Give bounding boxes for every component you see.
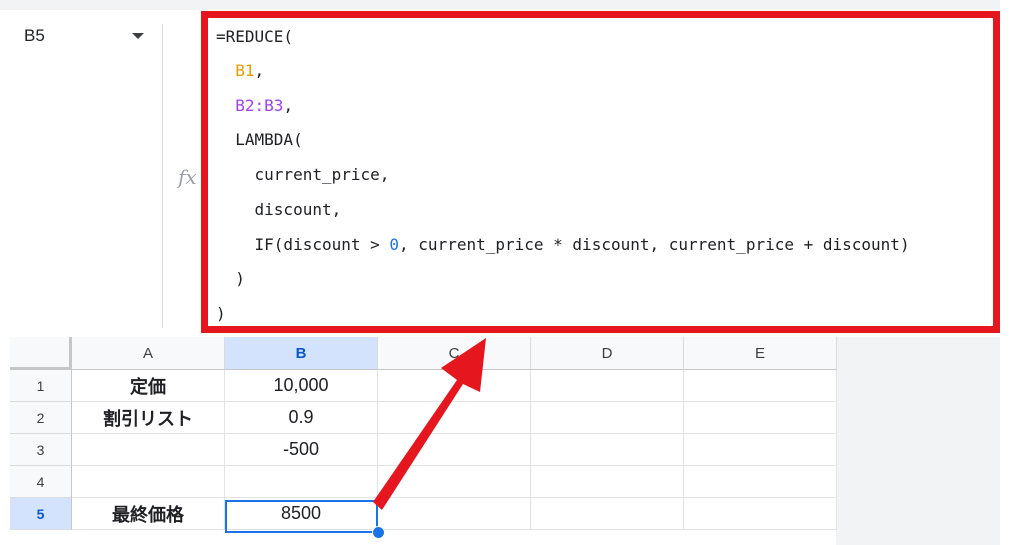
formula-line[interactable]: current_price,	[216, 165, 390, 184]
cell-d2[interactable]	[531, 402, 684, 434]
formula-line[interactable]: )	[216, 304, 226, 323]
formula-token	[216, 61, 235, 80]
name-box[interactable]: B5	[24, 24, 152, 48]
formula-token: =REDUCE(	[216, 27, 294, 46]
formula-token: current_price,	[216, 165, 390, 184]
cell-b2[interactable]: 0.9	[225, 402, 378, 434]
row-header-4[interactable]: 4	[10, 466, 72, 498]
cell-e3[interactable]	[684, 434, 837, 466]
row-header-5[interactable]: 5	[10, 498, 72, 530]
grid-empty-area	[836, 337, 1000, 545]
toolbar-edge	[0, 0, 1000, 10]
cell-e4[interactable]	[684, 466, 837, 498]
formula-line[interactable]: )	[216, 269, 245, 288]
cell-b1[interactable]: 10,000	[225, 370, 378, 402]
select-all-corner[interactable]	[10, 337, 72, 370]
formula-line[interactable]: =REDUCE(	[216, 27, 293, 46]
formula-token: B2:B3	[235, 96, 284, 115]
formula-token: B1	[235, 61, 255, 80]
formula-token	[216, 96, 235, 115]
formula-token: ,	[254, 61, 265, 80]
column-header-b[interactable]: B	[225, 337, 378, 370]
cell-e2[interactable]	[684, 402, 837, 434]
cell-d4[interactable]	[531, 466, 684, 498]
spreadsheet-grid: A B C D E 1 定価 10,000 2 割引リスト 0.9 3 -500 4 5 最終価格 8500	[10, 337, 837, 545]
column-header-e[interactable]: E	[684, 337, 837, 370]
formula-line[interactable]: IF(discount > 0, current_price * discoun…	[216, 235, 910, 254]
formula-bar-divider	[162, 24, 163, 328]
formula-token: )	[216, 269, 245, 288]
cell-e1[interactable]	[684, 370, 837, 402]
formula-line[interactable]: discount,	[216, 200, 342, 219]
row-header-1[interactable]: 1	[10, 370, 72, 402]
cell-a5[interactable]: 最終価格	[72, 498, 225, 530]
row-header-2[interactable]: 2	[10, 402, 72, 434]
cell-c3[interactable]	[378, 434, 531, 466]
formula-line[interactable]: B1,	[216, 61, 264, 80]
column-header-d[interactable]: D	[531, 337, 684, 370]
formula-token: , current_price * discount, current_pric…	[399, 235, 910, 254]
column-header-c[interactable]: C	[378, 337, 531, 370]
name-box-value[interactable]: B5	[24, 26, 45, 46]
cell-d1[interactable]	[531, 370, 684, 402]
formula-line[interactable]: B2:B3,	[216, 96, 293, 115]
cell-c4[interactable]	[378, 466, 531, 498]
cell-a4[interactable]	[72, 466, 225, 498]
row-header-3[interactable]: 3	[10, 434, 72, 466]
cell-d5[interactable]	[531, 498, 684, 530]
formula-token: ,	[283, 96, 294, 115]
cell-d3[interactable]	[531, 434, 684, 466]
cell-c2[interactable]	[378, 402, 531, 434]
cell-c1[interactable]	[378, 370, 531, 402]
formula-token: )	[216, 304, 226, 323]
formula-token: discount,	[216, 200, 342, 219]
formula-token: LAMBDA(	[216, 130, 303, 149]
formula-token: 0	[389, 235, 400, 254]
cell-b5[interactable]: 8500	[225, 498, 378, 530]
cell-b3[interactable]: -500	[225, 434, 378, 466]
formula-token: IF(discount >	[216, 235, 390, 254]
cell-a2[interactable]: 割引リスト	[72, 402, 225, 434]
cell-a1[interactable]: 定価	[72, 370, 225, 402]
chevron-down-icon[interactable]	[132, 33, 144, 39]
column-header-a[interactable]: A	[72, 337, 225, 370]
cell-a3[interactable]	[72, 434, 225, 466]
fx-icon: fx	[178, 165, 197, 189]
formula-editor[interactable]: =REDUCE( B1, B2:B3, LAMBDA( current_pric…	[201, 11, 1000, 333]
cell-e5[interactable]	[684, 498, 837, 530]
cell-c5[interactable]	[378, 498, 531, 530]
formula-line[interactable]: LAMBDA(	[216, 130, 303, 149]
cell-b4[interactable]	[225, 466, 378, 498]
fill-handle[interactable]	[372, 526, 385, 539]
